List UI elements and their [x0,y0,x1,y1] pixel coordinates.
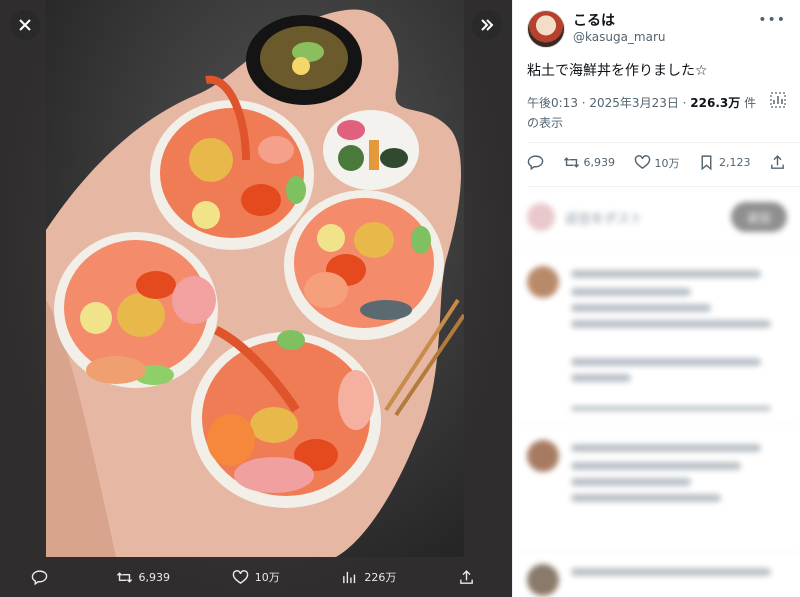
bowl-2 [284,190,444,340]
divider [513,250,800,251]
media-action-bar: 6,939 10万 226万 [0,557,512,597]
chevrons-right-icon [481,19,494,31]
media-share-button[interactable] [458,569,481,586]
reply-text-line [571,320,771,328]
more-button[interactable]: ••• [758,12,786,28]
author-block[interactable]: こるは @kasuga_maru [527,10,666,48]
retweet-icon [563,157,579,168]
divider [513,422,800,423]
share-icon [771,155,784,169]
retweet-icon [116,571,132,583]
divider [513,552,800,553]
views-icon [343,571,356,583]
divider [527,142,800,143]
avatar [527,266,559,298]
reply-button[interactable] [527,154,544,171]
avatar [527,564,559,596]
retweet-button[interactable]: 6,939 [563,154,616,171]
divider [527,186,800,187]
more-icon: ••• [758,12,786,28]
reply-item[interactable] [527,266,787,436]
views-value: 226.3万 [690,96,741,110]
expand-panel-button[interactable] [472,10,502,40]
media-viewer: 6,939 10万 226万 [0,0,512,597]
reply-text-line [571,444,761,452]
retweet-count: 6,939 [583,156,616,169]
replies-area: 返信をポスト 返信 [513,190,800,597]
post-meta: 午後0:13 · 2025年3月23日 · 226.3万 件の表示 [527,93,767,133]
reply-text-line [571,462,741,470]
reply-item[interactable] [527,440,787,540]
media-like-button[interactable]: 10万 [232,569,280,586]
reply-text-line [571,288,691,296]
media-reply-button[interactable] [31,569,54,586]
reply-text-line [571,568,771,576]
like-button[interactable]: 10万 [634,154,680,171]
reply-text-line [571,478,691,486]
reply-submit-button[interactable]: 返信 [731,202,787,232]
bookmark-count: 2,123 [719,156,751,169]
bookmark-icon [701,155,712,171]
close-icon [19,19,31,31]
heart-icon [634,155,650,170]
reply-text-line [571,374,631,382]
media-retweet-button[interactable]: 6,939 [116,569,171,586]
close-button[interactable] [10,10,40,40]
soup-bowl [246,15,362,105]
heart-icon [232,569,249,584]
reply-text-line [571,270,761,278]
bookmark-button[interactable]: 2,123 [698,154,751,171]
share-button[interactable] [769,154,786,171]
reply-text-line [571,494,721,502]
share-icon [460,569,473,584]
avatar [527,440,559,472]
pickles-plate [323,110,419,190]
reply-icon [527,155,544,171]
post-panel: こるは @kasuga_maru ••• 粘土で海鮮丼を作りました☆ 午後0:1… [512,0,800,597]
like-count: 10万 [654,156,680,170]
seafood-bowls-image [46,0,464,557]
post-actions: 6,939 10万 2,123 [527,154,786,171]
reply-item[interactable] [527,564,787,597]
media-retweet-count: 6,939 [138,570,171,584]
post-text: 粘土で海鮮丼を作りました☆ [527,63,708,79]
avatar[interactable] [527,10,565,48]
media-like-count: 10万 [254,571,280,584]
tweet-media-viewer: 6,939 10万 226万 こるは @kasuga_maru ••• 粘土で海… [0,0,800,597]
reply-icon [31,569,48,585]
media-views-button[interactable]: 226万 [341,569,396,586]
post-photo[interactable] [46,0,464,557]
author-name[interactable]: こるは [573,13,666,30]
reply-actions [571,406,771,411]
reply-placeholder[interactable]: 返信をポスト [565,208,643,227]
reply-text-line [571,304,711,312]
analytics-icon[interactable] [770,92,786,108]
avatar [527,203,555,231]
media-views-count: 226万 [364,571,397,584]
bowl-3 [54,232,218,388]
author-handle[interactable]: @kasuga_maru [573,30,666,45]
post-timestamp[interactable]: 午後0:13 · 2025年3月23日 · [527,96,690,110]
reply-composer[interactable]: 返信をポスト 返信 [527,202,787,232]
reply-text-line [571,358,761,366]
